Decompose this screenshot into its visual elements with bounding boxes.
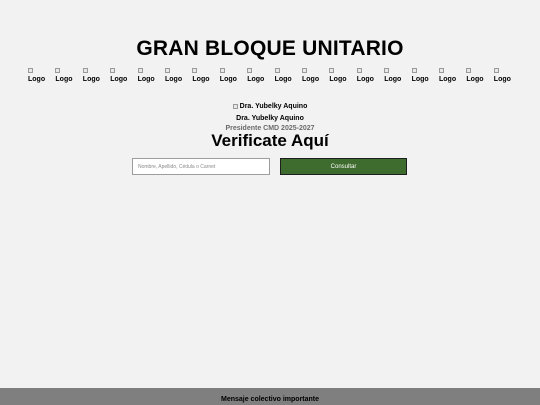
logo-alt-text: Logo [274,76,292,83]
footer-bar: Mensaje colectivo importante [0,388,540,405]
broken-image-icon [110,68,116,73]
logo-image: Logo [464,68,486,86]
broken-image-icon [302,68,307,73]
logo-row: Logo Logo Logo Logo Logo Logo Logo Logo Logo Logo… [26,68,520,86]
logo-image: Logo [300,68,322,86]
broken-image-icon [247,68,253,73]
broken-image-icon [274,68,280,73]
broken-image-icon [165,68,170,73]
search-input[interactable] [132,158,270,175]
broken-image-icon [493,68,499,73]
broken-image-icon [356,68,362,73]
logo-alt-text: Logo [219,76,237,83]
logo-alt-text: Logo [192,76,210,83]
logo-alt-text: Logo [356,76,374,83]
logo-image: Logo [26,68,48,86]
logo-alt-text: Logo [329,76,347,83]
broken-image-icon [192,68,198,73]
logo-alt-text: Logo [137,76,155,83]
broken-image-icon [411,68,417,73]
consult-button[interactable]: Consultar [280,158,407,175]
broken-image-icon [232,104,238,109]
logo-alt-text: Logo [247,76,265,83]
broken-image-icon [466,68,472,73]
logo-image: Logo [81,68,103,86]
verify-title: Verificate Aquí [211,131,329,150]
logo-image: Logo [136,68,158,86]
logo-alt-text: Logo [302,76,320,83]
president-photo: Dra. Yubelky Aquino [232,102,308,111]
logo-image: Logo [410,68,432,86]
president-photo-alt: Dra. Yubelky Aquino [239,103,308,110]
logo-image: Logo [437,68,459,86]
logo-alt-text: Logo [493,76,511,83]
logo-alt-text: Logo [55,76,73,83]
logo-alt-text: Logo [411,76,429,83]
broken-image-icon [82,68,88,73]
broken-image-icon [28,68,33,73]
logo-image: Logo [53,68,75,86]
logo-alt-text: Logo [110,76,128,83]
broken-image-icon [55,68,61,73]
logo-image: Logo [190,68,212,86]
broken-image-icon [384,68,390,73]
logo-alt-text: Logo [466,76,484,83]
broken-image-icon [219,68,225,73]
footer-message: Mensaje colectivo importante [220,396,320,403]
logo-image: Logo [355,68,377,86]
logo-image: Logo [108,68,130,86]
broken-image-icon [137,68,143,73]
president-name: Dra. Yubelky Aquino [236,115,304,122]
logo-alt-text: Logo [82,76,100,83]
logo-alt-text: Logo [165,76,183,83]
logo-alt-text: Logo [28,76,46,83]
logo-image: Logo [492,68,514,86]
logo-image: Logo [273,68,295,86]
logo-alt-text: Logo [384,76,402,83]
logo-image: Logo [163,68,185,86]
logo-image: Logo [218,68,240,86]
page-title: GRAN BLOQUE UNITARIO [136,37,404,60]
logo-image: Logo [245,68,267,86]
broken-image-icon [329,68,335,73]
president-block: Dra. Yubelky Aquino Dra. Yubelky Aquino … [0,96,540,134]
logo-alt-text: Logo [439,76,457,83]
logo-image: Logo [327,68,349,86]
broken-image-icon [439,68,444,73]
logo-image: Logo [382,68,404,86]
